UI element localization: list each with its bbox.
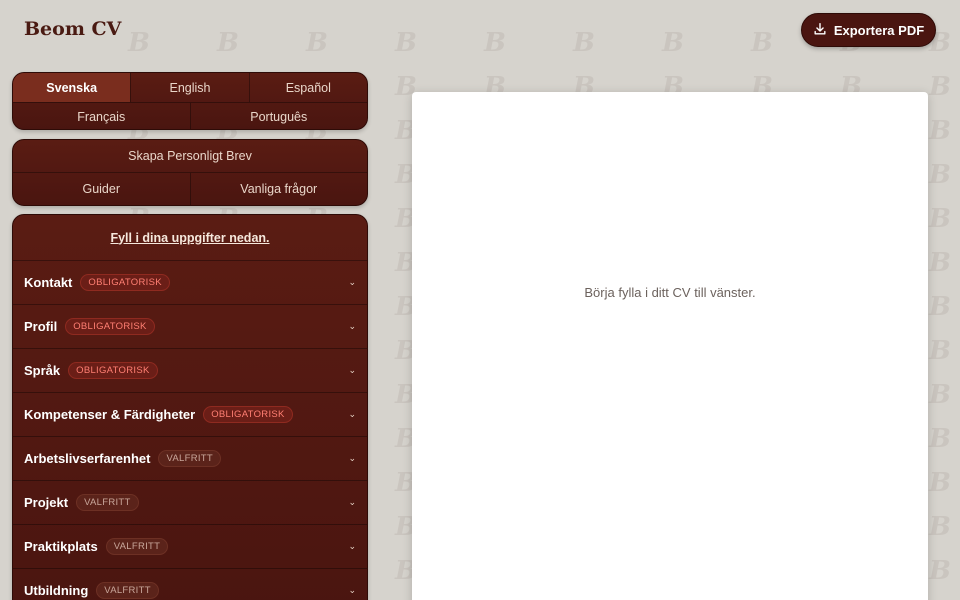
form-intro-link[interactable]: Fyll i dina uppgifter nedan. [13, 215, 367, 261]
section-accordion-2[interactable]: Språk OBLIGATORISK ⌄ [13, 349, 367, 393]
app-header: Beom CV Exportera PDF [0, 0, 960, 60]
section-badge: VALFRITT [76, 494, 139, 511]
watermark-mark: B [929, 204, 951, 234]
language-switcher: Svenska English Español Français Portugu… [12, 72, 368, 130]
section-badge: OBLIGATORISK [65, 318, 155, 335]
lang-francais[interactable]: Français [13, 103, 190, 129]
cv-preview-page: Börja fylla i ditt CV till vänster. [412, 92, 928, 600]
watermark-mark: B [929, 292, 951, 322]
section-accordion-1[interactable]: Profil OBLIGATORISK ⌄ [13, 305, 367, 349]
watermark-mark: B [929, 248, 951, 278]
lang-portugues[interactable]: Português [189, 103, 368, 129]
section-title: Profil [24, 319, 58, 334]
section-accordion-3[interactable]: Kompetenser & Färdigheter OBLIGATORISK ⌄ [13, 393, 367, 437]
section-badge: VALFRITT [105, 538, 169, 555]
brand-logo: Beom CV [24, 18, 122, 40]
nav-panel: Skapa Personligt Brev Guider Vanliga frå… [12, 139, 368, 206]
section-title: Språk [24, 363, 61, 378]
faq-link[interactable]: Vanliga frågor [189, 173, 368, 205]
section-badge: VALFRITT [96, 582, 159, 599]
section-accordion-6[interactable]: Praktikplats VALFRITT ⌄ [13, 525, 367, 569]
section-title: Kompetenser & Färdigheter [24, 407, 196, 422]
chevron-down-icon: ⌄ [348, 541, 356, 551]
chevron-down-icon: ⌄ [348, 365, 356, 375]
watermark-mark: B [929, 380, 951, 410]
watermark-mark: B [929, 72, 951, 102]
section-title: Utbildning [24, 583, 89, 598]
chevron-down-icon: ⌄ [348, 277, 356, 287]
chevron-down-icon: ⌄ [348, 453, 356, 463]
watermark-mark: B [929, 556, 951, 586]
watermark-mark: B [929, 160, 951, 190]
lang-espanol[interactable]: Español [248, 73, 367, 102]
chevron-down-icon: ⌄ [348, 585, 356, 595]
chevron-down-icon: ⌄ [348, 321, 356, 331]
watermark-mark: B [929, 424, 951, 454]
section-accordion-0[interactable]: Kontakt OBLIGATORISK ⌄ [13, 261, 367, 305]
preview-hint-text: Börja fylla i ditt CV till vänster. [584, 285, 756, 300]
cover-letter-link[interactable]: Skapa Personligt Brev [13, 140, 367, 173]
section-badge: OBLIGATORISK [80, 274, 170, 291]
export-pdf-label: Exportera PDF [833, 22, 925, 38]
section-title: Arbetslivserfarenhet [24, 451, 151, 466]
section-title: Praktikplats [24, 539, 98, 554]
section-title: Kontakt [24, 275, 73, 290]
section-accordion-5[interactable]: Projekt VALFRITT ⌄ [13, 481, 367, 525]
section-badge: VALFRITT [158, 450, 222, 467]
lang-english[interactable]: English [130, 73, 248, 102]
guides-link[interactable]: Guider [13, 173, 190, 205]
section-badge: OBLIGATORISK [203, 406, 293, 423]
watermark-mark: B [929, 116, 951, 146]
export-pdf-button[interactable]: Exportera PDF [801, 13, 936, 47]
section-title: Projekt [24, 495, 69, 510]
watermark-mark: B [929, 468, 951, 498]
watermark-mark: B [929, 336, 951, 366]
chevron-down-icon: ⌄ [348, 497, 356, 507]
watermark-mark: B [929, 512, 951, 542]
section-badge: OBLIGATORISK [68, 362, 158, 379]
lang-svenska[interactable]: Svenska [13, 73, 131, 102]
download-icon [813, 22, 827, 39]
cv-form-panel: Fyll i dina uppgifter nedan. Kontakt OBLI… [12, 214, 368, 600]
section-accordion-4[interactable]: Arbetslivserfarenhet VALFRITT ⌄ [13, 437, 367, 481]
chevron-down-icon: ⌄ [348, 409, 356, 419]
section-accordion-7[interactable]: Utbildning VALFRITT ⌄ [13, 569, 367, 600]
